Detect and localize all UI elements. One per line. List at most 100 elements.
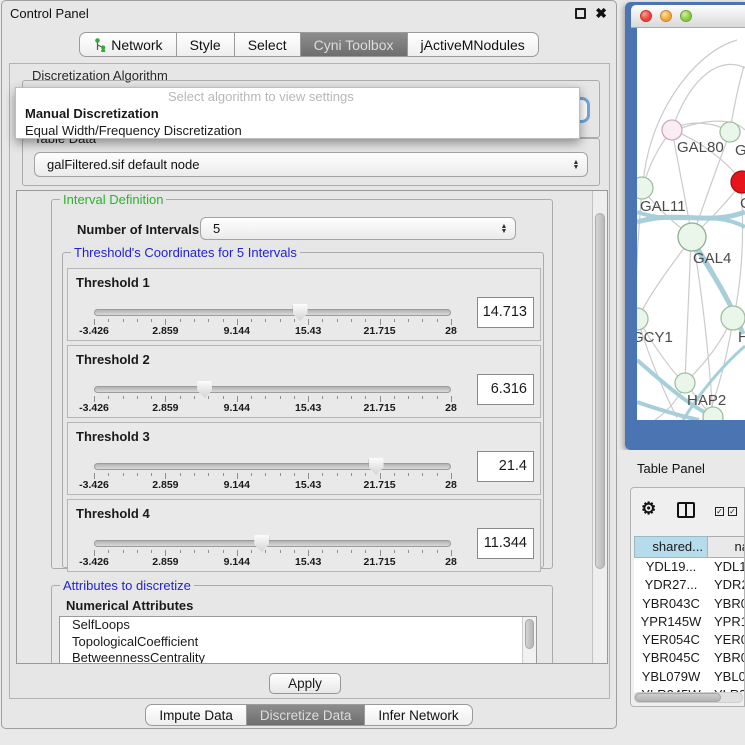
dropdown-placeholder-item[interactable]: Select algorithm to view settings [16, 88, 579, 105]
slider-track[interactable] [94, 463, 451, 470]
network-node[interactable] [721, 306, 745, 330]
network-node[interactable] [678, 223, 706, 251]
bottom-tab-impute-data[interactable]: Impute Data [145, 704, 247, 726]
dropdown-option[interactable]: Manual Discretization [16, 105, 579, 122]
bottom-tab-infer-network[interactable]: Infer Network [365, 704, 472, 726]
slider-thumb[interactable] [369, 458, 384, 475]
gear-icon[interactable]: ⚙ [641, 499, 656, 519]
network-edge[interactable] [672, 64, 745, 129]
slider-tick [408, 319, 409, 322]
list-scrollbar-thumb[interactable] [525, 619, 534, 649]
threshold-slider[interactable]: -3.4262.8599.14415.4321.71528 [94, 500, 451, 573]
column-header-shared-name[interactable]: shared... [634, 536, 708, 558]
network-node[interactable] [675, 373, 695, 393]
network-node[interactable] [662, 120, 682, 140]
table-row[interactable]: YER054CYER0 [634, 631, 745, 649]
network-canvas[interactable]: GAL80GCGAL11GAL4GCY1HHAP2 [637, 28, 745, 420]
bottom-tab-discretize-data[interactable]: Discretize Data [247, 704, 366, 726]
slider-track[interactable] [94, 386, 451, 393]
slider-tick [351, 550, 352, 553]
network-edge[interactable] [685, 240, 691, 381]
float-window-icon[interactable] [575, 8, 586, 19]
attribute-list-item[interactable]: SelfLoops [60, 617, 536, 634]
table-hscrollbar-thumb[interactable] [635, 693, 721, 702]
table-row[interactable]: YBR045CYBR0 [634, 649, 745, 667]
slider-track[interactable] [94, 309, 451, 316]
threshold-value-field[interactable]: 6.316 [477, 374, 534, 405]
slider-tick [194, 396, 195, 399]
network-node-label: H [738, 329, 745, 346]
tab-style[interactable]: Style [177, 32, 235, 57]
slider-tick [322, 319, 323, 322]
list-scrollbar[interactable] [522, 617, 536, 664]
numerical-attributes-list[interactable]: SelfLoopsTopologicalCoefficientBetweenne… [59, 616, 537, 664]
table-row[interactable]: YDR27...YDR2 [634, 576, 745, 594]
slider-tick [180, 473, 181, 476]
columns-icon[interactable] [677, 502, 695, 518]
cell-shared-name: YBR043C [634, 595, 708, 613]
close-icon[interactable]: ✖ [595, 5, 607, 22]
table-hscrollbar[interactable] [634, 692, 743, 703]
threshold-slider[interactable]: -3.4262.8599.14415.4321.71528 [94, 423, 451, 496]
threshold-slider[interactable]: -3.4262.8599.14415.4321.71528 [94, 346, 451, 419]
threshold-slider[interactable]: -3.4262.8599.14415.4321.71528 [94, 269, 451, 342]
slider-thumb[interactable] [197, 381, 212, 398]
network-edge[interactable] [643, 40, 737, 186]
table-row[interactable]: YBR043CYBR0 [634, 595, 745, 613]
attribute-list-item[interactable]: BetweennessCentrality [60, 650, 536, 664]
axis-tick-label: -3.426 [79, 479, 109, 491]
network-node-label: C [740, 195, 745, 212]
mac-zoom-icon[interactable] [680, 10, 692, 22]
slider-tick [322, 473, 323, 476]
tab-network[interactable]: Network [79, 32, 176, 57]
network-node[interactable] [731, 171, 745, 193]
settings-scrollbar[interactable] [592, 191, 607, 663]
tab-select[interactable]: Select [235, 32, 301, 57]
slider-tick [123, 550, 124, 553]
table-row[interactable]: YDL19...YDL1 [634, 558, 745, 576]
network-node-label: HAP2 [687, 392, 726, 409]
axis-tick-label: 9.144 [224, 556, 250, 568]
slider-tick [151, 396, 152, 399]
checkbox-icon[interactable]: ✓ [728, 507, 737, 516]
axis-tick-label: 15.43 [295, 402, 321, 414]
network-node[interactable] [720, 122, 740, 142]
threshold-value-field[interactable]: 11.344 [477, 528, 534, 559]
apply-button[interactable]: Apply [269, 673, 341, 694]
axis-tick-label: 2.859 [152, 556, 178, 568]
slider-tick [108, 319, 109, 322]
table-row[interactable]: YPR145WYPR1 [634, 613, 745, 631]
settings-scrollbar-thumb[interactable] [595, 213, 605, 569]
slider-track[interactable] [94, 540, 451, 547]
slider-tick [123, 473, 124, 476]
slider-tick [137, 473, 138, 476]
network-node[interactable] [637, 177, 653, 199]
threshold-value-field[interactable]: 14.713 [477, 297, 534, 328]
attribute-list-item[interactable]: TopologicalCoefficient [60, 634, 536, 651]
network-node[interactable] [637, 308, 648, 330]
tab-jactivemnodules[interactable]: jActiveMNodules [408, 32, 539, 57]
tab-cyni-toolbox[interactable]: Cyni Toolbox [301, 32, 408, 57]
number-of-intervals-combobox[interactable]: 5 ▲▼ [200, 217, 516, 240]
network-edge[interactable] [638, 239, 691, 318]
slider-tick [137, 550, 138, 553]
network-edge[interactable] [730, 66, 744, 131]
column-header-name[interactable]: na [708, 536, 745, 558]
interval-definition-group-label: Interval Definition [60, 192, 166, 207]
cell-name: YDR2 [708, 576, 745, 594]
mac-close-icon[interactable] [640, 10, 652, 22]
threshold-value-field[interactable]: 21.4 [477, 451, 534, 482]
table-data-combobox[interactable]: galFiltered.sif default node ▲▼ [34, 152, 588, 177]
checkbox-icon[interactable]: ✓ [715, 507, 724, 516]
slider-tick [337, 396, 338, 399]
axis-tick-label: -3.426 [79, 325, 109, 337]
dropdown-option[interactable]: Equal Width/Frequency Discretization [16, 122, 579, 139]
slider-tick [108, 550, 109, 553]
slider-tick [108, 473, 109, 476]
table-row[interactable]: YBL079WYBL0 [634, 668, 745, 686]
slider-thumb[interactable] [254, 535, 269, 552]
mac-minimize-icon[interactable] [660, 10, 672, 22]
node-table[interactable]: shared... na YDL19...YDL1YDR27...YDR2YBR… [634, 536, 745, 692]
network-icon [93, 37, 106, 52]
slider-tick [422, 319, 423, 322]
